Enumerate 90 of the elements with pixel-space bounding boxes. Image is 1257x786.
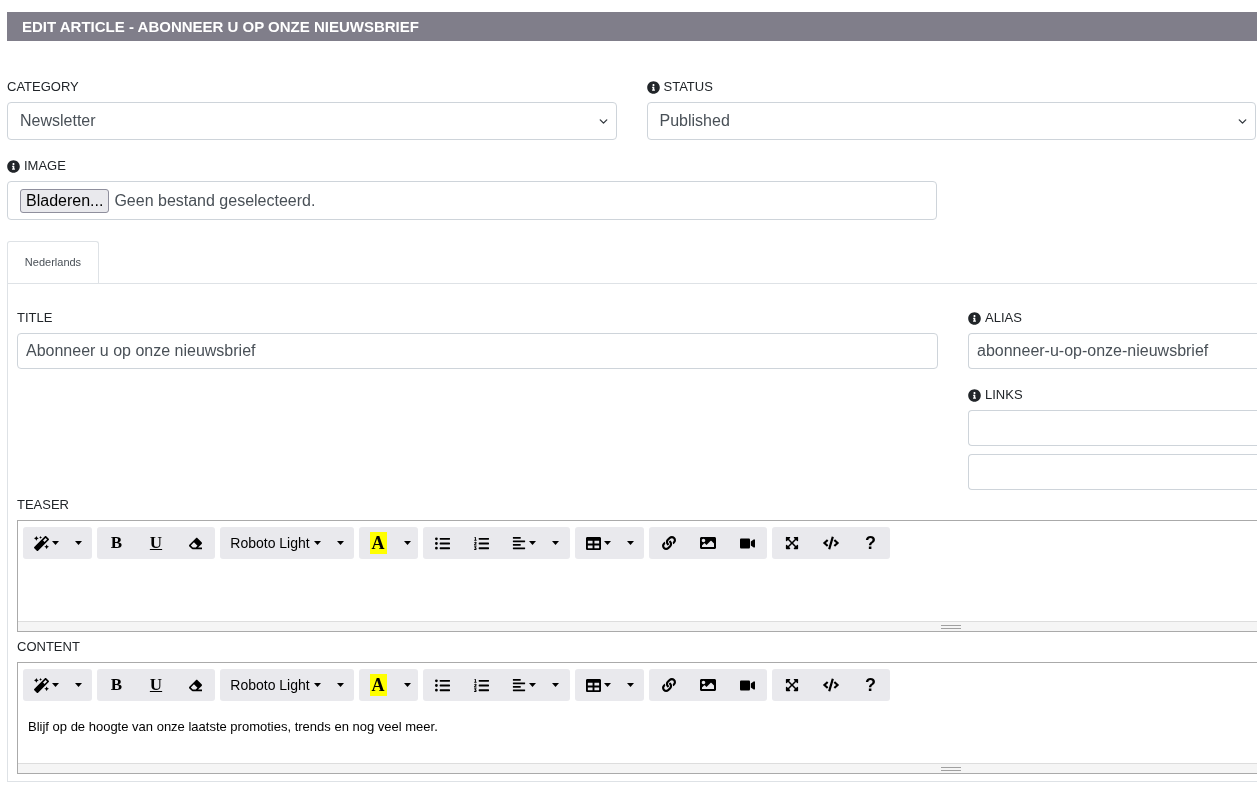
eraser-button[interactable]: [176, 669, 215, 701]
caret-icon: [404, 683, 411, 687]
color-dropdown-button[interactable]: [397, 669, 418, 701]
caret-icon: [313, 541, 321, 545]
field-label: STATUS: [663, 79, 713, 95]
caret-icon: [51, 683, 59, 687]
caret-icon: [74, 683, 82, 687]
fullscreen-button[interactable]: [772, 527, 811, 559]
caret-icon: [626, 683, 634, 687]
magic-wand-icon: [33, 535, 49, 551]
field-label: CONTENT: [17, 639, 80, 655]
page-title: EDIT ARTICLE - ABONNEER U OP ONZE NIEUWSBRIEF: [22, 16, 419, 37]
file-input-field[interactable]: Bladeren... Geen bestand geselecteerd.: [7, 181, 937, 220]
link-input[interactable]: [968, 454, 1257, 490]
caret-icon: [529, 541, 536, 545]
bold-button[interactable]: B: [97, 669, 136, 701]
link-icon: [661, 678, 676, 692]
code-icon: [823, 535, 839, 551]
caret-icon: [404, 541, 411, 545]
editor-text: Blijf op de hoogte van onze laatste promoties, trends en nog veel meer.: [28, 719, 439, 735]
caret-icon: [51, 541, 59, 545]
caret-icon: [74, 541, 82, 545]
field-label: LINKS: [985, 387, 1023, 403]
picture-icon: [700, 535, 716, 551]
font-family-button[interactable]: Roboto Light: [220, 527, 354, 559]
caret-icon: [552, 541, 559, 545]
field-label: TITLE: [17, 310, 53, 326]
help-button[interactable]: ?: [851, 527, 890, 559]
video-button[interactable]: [728, 669, 767, 701]
field-label: IMAGE: [24, 158, 66, 174]
caret-icon: [603, 683, 611, 687]
eraser-button[interactable]: [176, 527, 215, 559]
title-input[interactable]: Abonneer u op onze nieuwsbrief: [17, 333, 938, 369]
file-status-text: Geen bestand geselecteerd.: [114, 190, 316, 211]
caret-icon: [626, 541, 634, 545]
table-icon: [585, 677, 601, 693]
eraser-icon: [189, 678, 202, 692]
style-button[interactable]: [23, 527, 92, 559]
underline-button[interactable]: U: [136, 527, 176, 559]
status-select[interactable]: Published: [646, 102, 1256, 140]
field-label: CATEGORY: [7, 79, 79, 95]
font-family-button[interactable]: Roboto Light: [220, 669, 354, 701]
bold-button[interactable]: B: [97, 527, 136, 559]
bullet-list-icon: [435, 535, 450, 551]
numbered-list-icon: [474, 677, 489, 693]
language-tab[interactable]: Nederlands: [7, 241, 99, 283]
browse-button[interactable]: Bladeren...: [20, 188, 110, 213]
code-icon: [823, 677, 839, 693]
alias-input[interactable]: abonneer-u-op-onze-nieuwsbrief: [968, 333, 1257, 369]
expand-icon: [784, 678, 799, 692]
caret-icon: [552, 683, 559, 687]
caret-icon: [603, 541, 611, 545]
video-button[interactable]: [728, 527, 767, 559]
expand-icon: [784, 536, 799, 550]
paragraph-button[interactable]: [501, 669, 570, 701]
link-button[interactable]: [649, 527, 688, 559]
table-button[interactable]: [575, 669, 644, 701]
magic-wand-icon: [33, 677, 49, 693]
rich-text-editor[interactable]: B U Roboto Light A ?: [17, 520, 1257, 632]
text-color-button[interactable]: A: [359, 527, 397, 559]
eraser-icon: [189, 536, 202, 550]
field-label: TEASER: [17, 497, 69, 513]
style-button[interactable]: [23, 669, 92, 701]
resize-grip-icon: [941, 624, 961, 629]
color-dropdown-button[interactable]: [397, 527, 418, 559]
link-icon: [661, 536, 676, 550]
align-left-icon: [512, 678, 526, 692]
underline-button[interactable]: U: [136, 669, 176, 701]
caret-icon: [336, 541, 344, 545]
picture-icon: [700, 677, 716, 693]
link-button[interactable]: [649, 669, 688, 701]
bullet-list-button[interactable]: [423, 527, 462, 559]
link-input[interactable]: [968, 410, 1257, 446]
fullscreen-button[interactable]: [772, 669, 811, 701]
caret-icon: [336, 683, 344, 687]
table-button[interactable]: [575, 527, 644, 559]
resize-grip-icon: [941, 766, 961, 771]
numbered-list-icon: [474, 535, 489, 551]
field-label: ALIAS: [985, 310, 1022, 326]
text-color-button[interactable]: A: [359, 669, 397, 701]
help-button[interactable]: ?: [851, 669, 890, 701]
bullet-list-button[interactable]: [423, 669, 462, 701]
caret-icon: [313, 683, 321, 687]
category-select[interactable]: Newsletter: [7, 102, 617, 140]
table-icon: [585, 535, 601, 551]
bullet-list-icon: [435, 677, 450, 693]
caret-icon: [529, 683, 536, 687]
rich-text-editor[interactable]: B U Roboto Light A ? Blijf op de hoogte van onze laatste promoties, trends en nog veel meer.: [17, 662, 1257, 774]
paragraph-button[interactable]: [501, 527, 570, 559]
align-left-icon: [512, 536, 526, 550]
